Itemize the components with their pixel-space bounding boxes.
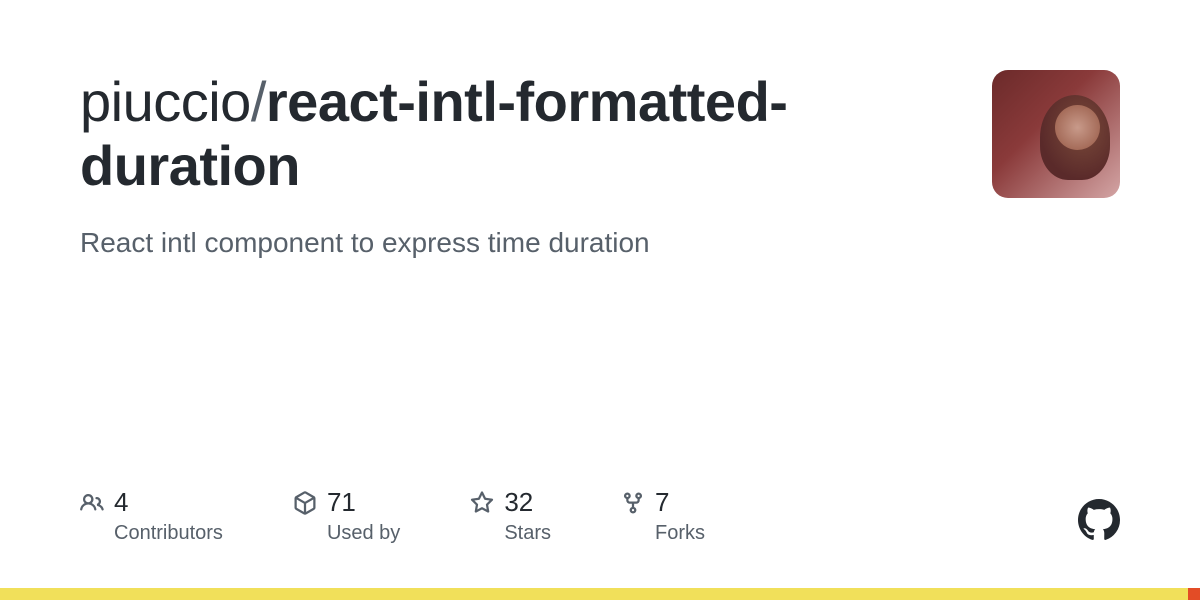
fork-icon bbox=[621, 491, 645, 515]
stat-label: Forks bbox=[655, 522, 705, 545]
stat-label: Used by bbox=[327, 522, 400, 545]
repo-owner[interactable]: piuccio bbox=[80, 70, 251, 133]
stat-value: 4 bbox=[114, 487, 128, 518]
stat-value: 32 bbox=[504, 487, 533, 518]
stats-list: 4 Contributors 71 Used by 32 Stars bbox=[80, 487, 705, 545]
stat-label: Contributors bbox=[114, 522, 223, 545]
repo-title: piuccio/react-intl-formatted-duration bbox=[80, 70, 952, 199]
stat-stars[interactable]: 32 Stars bbox=[470, 487, 551, 545]
package-icon bbox=[293, 491, 317, 515]
repo-separator: / bbox=[251, 70, 266, 133]
language-bar bbox=[0, 588, 1200, 600]
stat-value: 71 bbox=[327, 487, 356, 518]
stat-label: Stars bbox=[504, 522, 551, 545]
github-logo-icon[interactable] bbox=[1078, 499, 1120, 541]
stat-value: 7 bbox=[655, 487, 669, 518]
stat-usedby[interactable]: 71 Used by bbox=[293, 487, 400, 545]
stat-forks[interactable]: 7 Forks bbox=[621, 487, 705, 545]
repo-description: React intl component to express time dur… bbox=[80, 223, 952, 262]
avatar[interactable] bbox=[992, 70, 1120, 198]
language-segment bbox=[1188, 588, 1200, 600]
people-icon bbox=[80, 491, 104, 515]
language-segment bbox=[0, 588, 1188, 600]
star-icon bbox=[470, 491, 494, 515]
stat-contributors[interactable]: 4 Contributors bbox=[80, 487, 223, 545]
